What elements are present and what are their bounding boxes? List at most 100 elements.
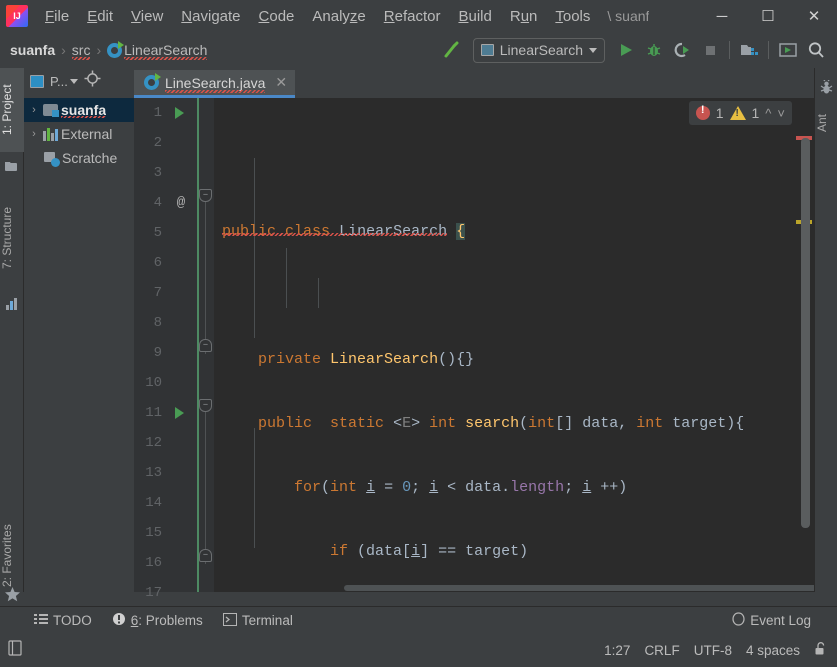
error-count: 1 — [715, 105, 724, 121]
line-number: 3 — [153, 165, 162, 181]
editor-main[interactable]: 1 2 3 4 5 6 7 8 9 10 11 12 13 14 15 16 1… — [134, 98, 837, 601]
line-number: 11 — [145, 405, 162, 421]
fold-region-line — [205, 194, 206, 354]
line-number: 2 — [153, 135, 162, 151]
horizontal-scrollbar-thumb[interactable] — [344, 585, 837, 591]
line-number: 5 — [153, 225, 162, 241]
line-number: 13 — [145, 465, 162, 481]
line-number: 8 — [153, 315, 162, 331]
indent-setting[interactable]: 4 spaces — [746, 643, 800, 658]
menu-run[interactable]: Run — [501, 5, 547, 28]
project-structure-button[interactable] — [736, 37, 762, 63]
run-with-coverage-button[interactable] — [669, 37, 695, 63]
tree-node-suanfa[interactable]: › suanfa — [24, 98, 134, 122]
line-separator[interactable]: CRLF — [644, 643, 679, 658]
editor-tab-linesearch[interactable]: LineSearch.java ✕ — [134, 70, 296, 98]
run-gutter-icon[interactable] — [172, 398, 186, 428]
fold-collapse-icon[interactable]: – — [199, 189, 212, 202]
project-view-label: P... — [50, 73, 68, 89]
todo-icon — [34, 613, 48, 628]
project-panel-toolbar: P... — [24, 68, 134, 94]
close-button[interactable]: ✕ — [791, 0, 837, 32]
bottom-item-event-log[interactable]: Event Log — [722, 607, 821, 634]
search-icon[interactable] — [803, 37, 829, 63]
minimize-button[interactable]: ─ — [699, 0, 745, 32]
menu-navigate[interactable]: Navigate — [172, 5, 249, 28]
breadcrumb-item-class[interactable]: LinearSearch — [124, 42, 208, 60]
project-view-selector[interactable]: P... — [50, 74, 78, 89]
lock-icon[interactable] — [814, 641, 827, 661]
close-icon[interactable]: ✕ — [275, 74, 287, 91]
left-tool-window-bar: 1: Project 7: Structure 2: Favorites — [0, 68, 24, 602]
menu-file[interactable]: File — [36, 5, 78, 28]
toolbar-divider — [768, 41, 769, 59]
bottom-item-todo-label: TODO — [53, 613, 92, 628]
editor-gutter[interactable]: 1 2 3 4 5 6 7 8 9 10 11 12 13 14 15 16 1… — [134, 98, 214, 601]
bottom-item-todo[interactable]: TODO — [24, 607, 102, 634]
tree-node-label: suanfa — [61, 102, 107, 118]
status-bar-right: 1:27 CRLF UTF-8 4 spaces — [604, 641, 837, 661]
bottom-tool-window-bar: TODO 6: Problems Terminal Event Log — [0, 606, 837, 634]
sidebar-item-structure[interactable]: 7: Structure — [0, 188, 24, 288]
menu-edit[interactable]: Edit — [78, 5, 122, 28]
line-number: 16 — [145, 555, 162, 571]
maximize-button[interactable]: ☐ — [745, 0, 791, 32]
menu-build[interactable]: Build — [449, 5, 500, 28]
menu-bar: File Edit View Navigate Code Analyze Ref… — [36, 5, 599, 28]
menu-view[interactable]: View — [122, 5, 172, 28]
tree-node-scratches[interactable]: Scratche — [24, 146, 134, 170]
console-icon[interactable] — [775, 37, 801, 63]
breadcrumb-item-project[interactable]: suanfa — [10, 42, 55, 58]
bottom-item-problems[interactable]: 6: Problems — [102, 607, 213, 634]
error-icon — [695, 104, 710, 120]
code-line-6: if (data[i] == target) — [330, 543, 529, 560]
override-annotation-icon: @ — [176, 195, 186, 211]
breadcrumb-separator: › — [96, 42, 102, 58]
toolbar-divider — [729, 41, 730, 59]
next-problem-icon[interactable]: ˅ — [777, 106, 785, 121]
title-bar: File Edit View Navigate Code Analyze Ref… — [0, 0, 837, 32]
chevron-right-icon[interactable]: › — [28, 128, 40, 140]
window-controls: ─ ☐ ✕ — [699, 0, 837, 32]
window-title: \ suanf — [607, 8, 650, 24]
inspection-widget[interactable]: 1 1 ^ ˅ — [688, 101, 792, 125]
sidebar-item-project[interactable]: 1: Project — [0, 68, 24, 152]
run-gutter-icon[interactable] — [172, 98, 186, 128]
star-icon — [4, 586, 20, 602]
run-button[interactable] — [613, 37, 639, 63]
tree-node-label: Scratche — [62, 150, 118, 166]
menu-tools[interactable]: Tools — [546, 5, 599, 28]
menu-code[interactable]: Code — [250, 5, 304, 28]
line-number: 14 — [145, 495, 162, 511]
menu-refactor[interactable]: Refactor — [375, 5, 450, 28]
run-config-label: LinearSearch — [499, 42, 583, 58]
code-line-1: public class LinearSearch { — [222, 223, 466, 240]
fold-end-icon[interactable]: – — [199, 549, 212, 562]
caret-position[interactable]: 1:27 — [604, 643, 630, 658]
hammer-icon[interactable] — [439, 37, 465, 63]
line-number: 12 — [145, 435, 162, 451]
sidebar-item-favorites-label: 2: Favorites — [0, 524, 14, 588]
stop-button[interactable] — [697, 37, 723, 63]
intellij-window: File Edit View Navigate Code Analyze Ref… — [0, 0, 837, 667]
breadcrumb-item-src[interactable]: src — [71, 42, 90, 60]
tree-node-external-libraries[interactable]: › External — [24, 122, 134, 146]
code-line-3: private LinearSearch(){} — [258, 351, 475, 368]
memory-indicator-icon[interactable] — [8, 640, 23, 661]
vertical-scrollbar-thumb[interactable] — [801, 138, 810, 528]
debug-button[interactable] — [641, 37, 667, 63]
java-class-icon — [107, 40, 125, 58]
fold-end-icon[interactable]: – — [199, 339, 212, 352]
run-configuration-selector[interactable]: LinearSearch — [472, 37, 605, 63]
chevron-right-icon[interactable]: › — [28, 104, 40, 116]
horizontal-scrollbar[interactable] — [214, 584, 837, 592]
code-text[interactable]: public class LinearSearch { private Line… — [214, 98, 794, 592]
menu-analyze[interactable]: Analyze — [303, 5, 374, 28]
sidebar-item-ant[interactable]: Ant — [815, 100, 837, 146]
file-encoding[interactable]: UTF-8 — [694, 643, 732, 658]
locate-icon[interactable] — [84, 70, 101, 92]
error-stripe-track[interactable] — [794, 98, 814, 592]
previous-problem-icon[interactable]: ^ — [765, 106, 771, 121]
fold-collapse-icon[interactable]: – — [199, 399, 212, 412]
bottom-item-terminal[interactable]: Terminal — [213, 607, 303, 634]
